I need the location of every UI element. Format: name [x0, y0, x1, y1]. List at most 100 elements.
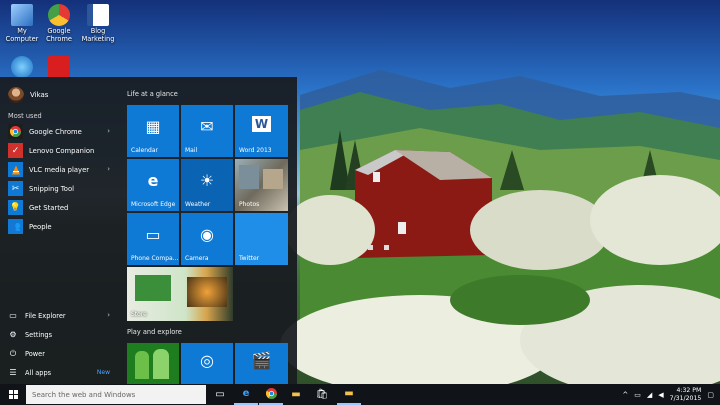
start-menu-tiles: Life at a glance ▦ Calendar ✉ Mail W Wor…	[118, 77, 297, 384]
store-bag-icon: 🛍	[315, 389, 329, 400]
file-explorer-item[interactable]: ▭ File Explorer ›	[0, 306, 118, 325]
group-label-play-and-explore: Play and explore	[127, 328, 182, 336]
phone-icon: ▭	[145, 225, 161, 244]
taskbar-store-button[interactable]: 🛍	[310, 384, 334, 405]
tile-label: Mail	[185, 147, 198, 154]
most-used-google-chrome[interactable]: Google Chrome ›	[0, 122, 118, 141]
user-name: Vikas	[30, 91, 49, 99]
most-used-vlc-media-player[interactable]: VLC media player ›	[0, 160, 118, 179]
tile-movies-tv[interactable]: 🎬	[235, 343, 288, 384]
store-promo-image	[135, 275, 171, 301]
word-icon: W	[235, 116, 288, 132]
action-center-icon[interactable]: ▢	[707, 391, 714, 399]
tile-label: Microsoft Edge	[131, 201, 176, 208]
all-apps-label: All apps	[25, 368, 52, 377]
tile-label: Photos	[239, 201, 260, 208]
chevron-up-icon[interactable]: ^	[622, 391, 628, 399]
kaspersky-icon	[48, 56, 70, 78]
tile-label: Store	[131, 311, 147, 318]
new-badge: New	[96, 369, 110, 376]
edge-icon: e	[147, 171, 159, 190]
xbox-avatar-image	[153, 349, 169, 379]
settings-item[interactable]: ⚙ Settings	[0, 325, 118, 344]
tile-label: Camera	[185, 255, 209, 262]
chrome-icon	[265, 388, 277, 399]
most-used-label: Get Started	[29, 203, 69, 212]
chrome-icon	[8, 124, 23, 139]
most-used-label: Lenovo Companion	[29, 146, 95, 155]
power-item[interactable]: ⏻ Power	[0, 344, 118, 363]
people-icon: 👥	[8, 219, 23, 234]
photo-thumbnail	[263, 169, 283, 189]
all-apps-item[interactable]: ☰ All apps New	[0, 363, 118, 382]
tile-camera[interactable]: ◉ Camera	[181, 213, 233, 265]
google-chrome-desktop-icon[interactable]: Google Chrome	[37, 4, 81, 43]
battery-icon[interactable]: ▭	[634, 391, 641, 399]
blog-marketing-desktop-icon[interactable]: Blog Marketing	[76, 4, 120, 43]
tile-word-2013[interactable]: W Word 2013	[235, 105, 288, 157]
tile-phone-companion[interactable]: ▭ Phone Compa...	[127, 213, 179, 265]
list-icon: ☰	[9, 368, 17, 377]
music-disc-icon: ◎	[200, 351, 214, 370]
most-used-get-started[interactable]: 💡 Get Started	[0, 198, 118, 217]
clock-date: 7/31/2015	[669, 394, 702, 402]
desktop-icon-label: Google Chrome	[46, 27, 72, 43]
sun-icon: ☀	[199, 171, 215, 190]
tile-photos[interactable]: Photos	[235, 159, 288, 211]
mail-icon: ✉	[200, 117, 214, 136]
tile-twitter[interactable]: Twitter	[235, 213, 288, 265]
folder-icon: ▬	[344, 388, 354, 399]
folder-icon: ▭	[9, 311, 17, 320]
most-used-label: Snipping Tool	[29, 184, 75, 193]
chrome-icon	[48, 4, 70, 26]
snipping-tool-icon: ✂	[8, 181, 23, 196]
desktop-icon-label: Blog Marketing	[81, 27, 115, 43]
tile-mail[interactable]: ✉ Mail	[181, 105, 233, 157]
taskbar-folder-button[interactable]: ▬	[337, 384, 361, 405]
most-used-list: Google Chrome › ✓ Lenovo Companion VLC m…	[0, 122, 118, 236]
most-used-label: People	[29, 222, 52, 231]
tile-label: Word 2013	[239, 147, 272, 154]
vlc-icon	[8, 162, 23, 177]
computer-icon	[11, 4, 33, 26]
start-menu-left-column: Vikas Most used Google Chrome › ✓ Lenovo…	[0, 77, 118, 384]
tile-groove-music[interactable]: ◎	[181, 343, 233, 384]
task-view-icon: ▭	[215, 389, 225, 400]
lenovo-companion-icon: ✓	[8, 143, 23, 158]
tile-label: Twitter	[239, 255, 260, 262]
tile-xbox[interactable]	[127, 343, 179, 384]
power-label: Power	[25, 349, 45, 358]
chevron-right-icon[interactable]: ›	[107, 127, 110, 135]
start-button[interactable]	[0, 384, 26, 405]
most-used-label: Google Chrome	[29, 127, 82, 136]
taskbar: ▭ e ▬ 🛍 ▬ ^ ▭ ◢ ◀ 4:32 PM 7/31/2015 ▢	[0, 384, 720, 405]
task-view-button[interactable]: ▭	[208, 384, 232, 405]
word-document-icon	[87, 4, 109, 26]
chevron-right-icon[interactable]: ›	[107, 311, 110, 319]
taskbar-file-explorer-button[interactable]: ▬	[284, 384, 308, 405]
gear-icon: ⚙	[9, 330, 17, 339]
tile-label: Calendar	[131, 147, 158, 154]
clapperboard-icon: 🎬	[251, 351, 272, 370]
power-icon: ⏻	[9, 348, 17, 358]
clock-time: 4:32 PM	[676, 386, 702, 394]
file-explorer-label: File Explorer	[25, 311, 66, 320]
tile-calendar[interactable]: ▦ Calendar	[127, 105, 179, 157]
folder-icon: ▬	[291, 389, 301, 400]
taskbar-chrome-button[interactable]	[259, 384, 283, 405]
volume-icon[interactable]: ◀	[658, 391, 663, 399]
network-icon[interactable]: ◢	[647, 391, 652, 399]
most-used-people[interactable]: 👥 People	[0, 217, 118, 236]
clock[interactable]: 4:32 PM 7/31/2015	[670, 387, 702, 403]
user-account[interactable]: Vikas	[8, 85, 48, 105]
chevron-right-icon[interactable]: ›	[107, 165, 110, 173]
most-used-lenovo-companion[interactable]: ✓ Lenovo Companion	[0, 141, 118, 160]
globe-icon	[11, 56, 33, 78]
tile-weather[interactable]: ☀ Weather	[181, 159, 233, 211]
most-used-snipping-tool[interactable]: ✂ Snipping Tool	[0, 179, 118, 198]
search-input[interactable]	[26, 385, 206, 404]
tile-microsoft-edge[interactable]: e Microsoft Edge	[127, 159, 179, 211]
tile-store[interactable]: Store	[127, 267, 233, 321]
system-tray: ^ ▭ ◢ ◀ 4:32 PM 7/31/2015 ▢	[622, 384, 720, 405]
taskbar-edge-button[interactable]: e	[234, 384, 258, 405]
